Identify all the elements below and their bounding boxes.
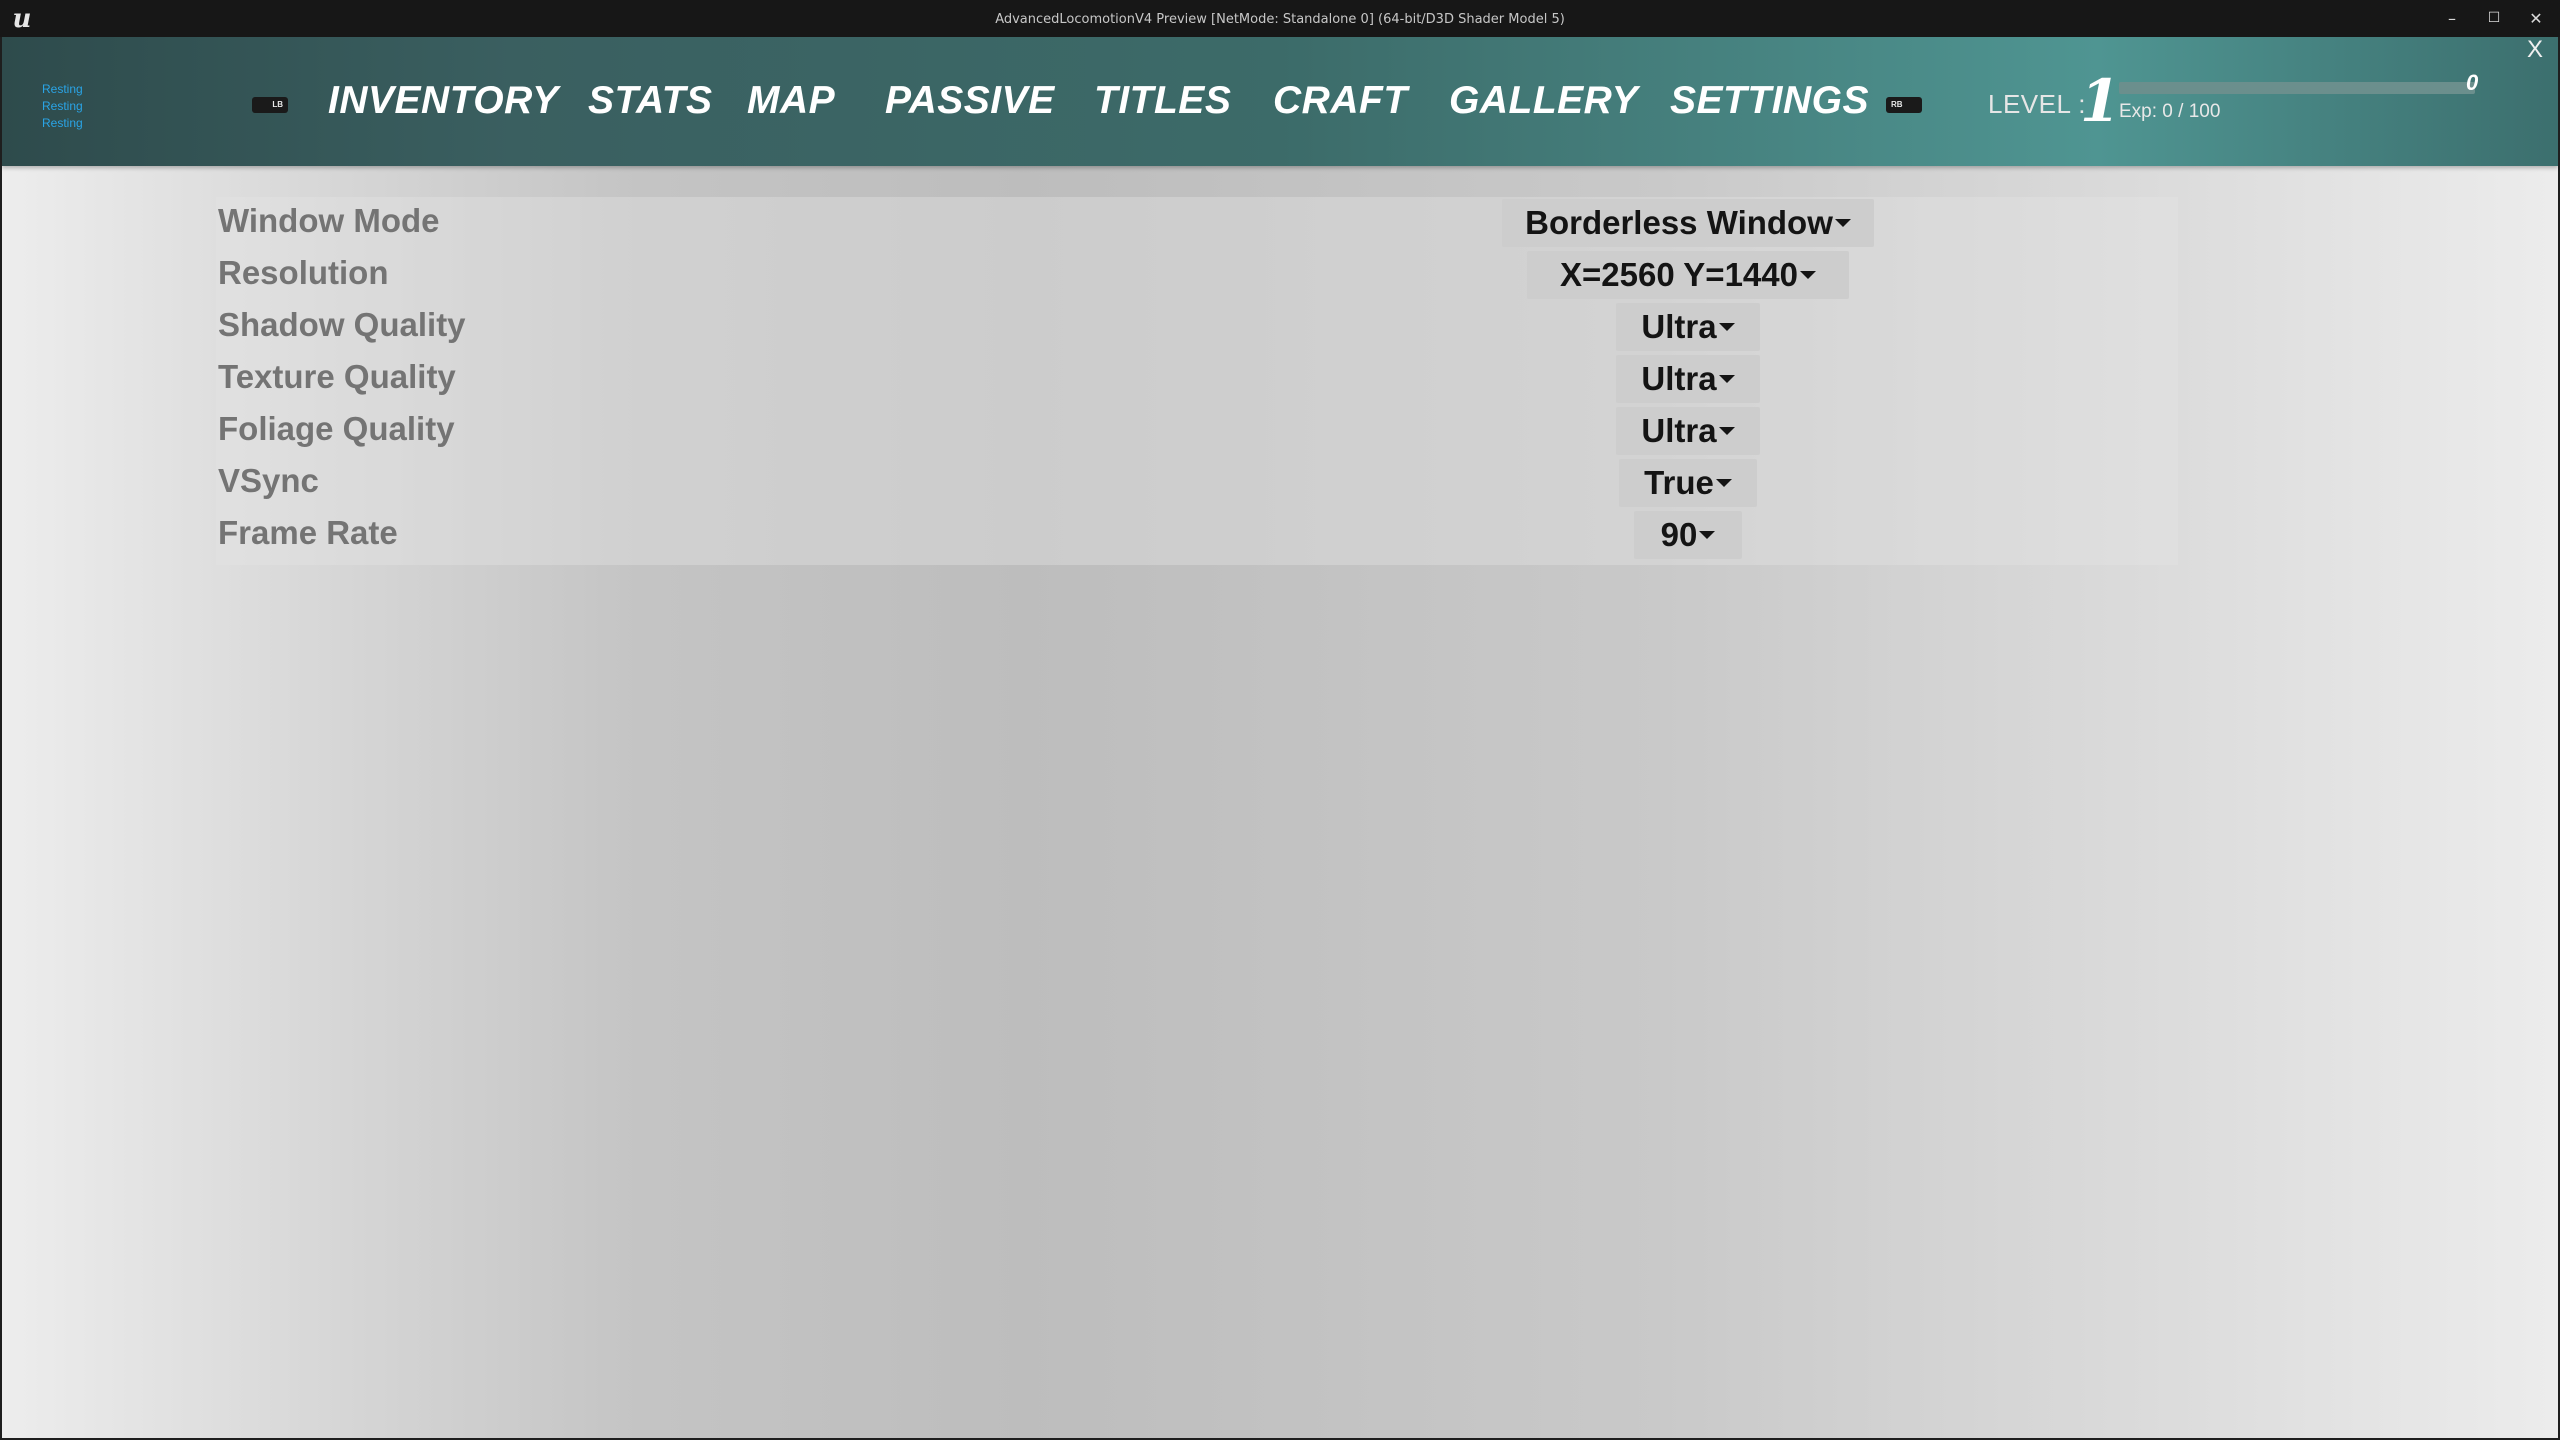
game-viewport: Resting Resting Resting LB INVENTORY STA… — [2, 37, 2558, 1438]
tab-stats[interactable]: STATS — [588, 73, 713, 129]
setting-label: Resolution — [218, 254, 389, 291]
chevron-down-icon — [1799, 271, 1816, 280]
chevron-down-icon — [1834, 219, 1851, 228]
chevron-down-icon — [1718, 375, 1735, 384]
dropdown-value: Ultra — [1641, 360, 1717, 397]
tab-inventory[interactable]: INVENTORY — [328, 73, 559, 129]
window-title: AdvancedLocomotionV4 Preview [NetMode: S… — [995, 12, 1565, 27]
debug-line: Resting — [42, 82, 83, 96]
setting-label: Frame Rate — [218, 514, 398, 551]
lb-bumper-icon[interactable]: LB — [252, 97, 288, 113]
tab-titles[interactable]: TITLES — [1094, 73, 1231, 129]
dropdown-value: Borderless Window — [1525, 204, 1833, 241]
maximize-button[interactable]: ☐ — [2473, 0, 2515, 37]
dropdown-value: Ultra — [1641, 412, 1717, 449]
setting-label: Window Mode — [218, 202, 440, 239]
level-label: LEVEL : — [1988, 89, 2086, 119]
level-value: 1 — [2080, 67, 2121, 135]
chevron-down-icon — [1699, 531, 1716, 540]
tab-settings[interactable]: SETTINGS — [1670, 73, 1869, 129]
texture-quality-dropdown[interactable]: Ultra — [1616, 355, 1760, 403]
chevron-down-icon — [1715, 479, 1732, 488]
chevron-down-icon — [1718, 323, 1735, 332]
tab-map[interactable]: MAP — [747, 73, 835, 129]
setting-row-vsync: VSync True — [216, 457, 2178, 509]
tab-craft[interactable]: CRAFT — [1273, 73, 1408, 129]
dropdown-value: True — [1644, 464, 1714, 501]
setting-row-resolution: Resolution X=2560 Y=1440 — [216, 249, 2178, 301]
window-titlebar: u AdvancedLocomotionV4 Preview [NetMode:… — [0, 0, 2560, 37]
setting-label: Shadow Quality — [218, 306, 466, 343]
menu-header: Resting Resting Resting LB INVENTORY STA… — [2, 37, 2558, 166]
tab-gallery[interactable]: GALLERY — [1449, 73, 1638, 129]
setting-row-shadow-quality: Shadow Quality Ultra — [216, 301, 2178, 353]
frame-rate-dropdown[interactable]: 90 — [1634, 511, 1742, 559]
resolution-dropdown[interactable]: X=2560 Y=1440 — [1527, 251, 1849, 299]
window-mode-dropdown[interactable]: Borderless Window — [1502, 199, 1874, 247]
dropdown-value: 90 — [1660, 516, 1698, 553]
exp-progress-bar — [2119, 82, 2475, 94]
setting-row-foliage-quality: Foliage Quality Ultra — [216, 405, 2178, 457]
setting-row-texture-quality: Texture Quality Ultra — [216, 353, 2178, 405]
setting-label: Foliage Quality — [218, 410, 455, 447]
chevron-down-icon — [1718, 427, 1735, 436]
settings-panel: Window Mode Borderless Window Resolution… — [216, 197, 2178, 565]
exp-value: 0 — [2466, 70, 2479, 95]
vsync-dropdown[interactable]: True — [1619, 459, 1757, 507]
minimize-button[interactable]: – — [2431, 0, 2473, 37]
exp-text: Exp: 0 / 100 — [2119, 101, 2221, 122]
debug-line: Resting — [42, 116, 83, 130]
foliage-quality-dropdown[interactable]: Ultra — [1616, 407, 1760, 455]
window-close-button[interactable]: ✕ — [2515, 0, 2557, 37]
setting-row-window-mode: Window Mode Borderless Window — [216, 197, 2178, 249]
dropdown-value: Ultra — [1641, 308, 1717, 345]
tab-passive[interactable]: PASSIVE — [885, 73, 1055, 129]
rb-bumper-icon[interactable]: RB — [1886, 97, 1922, 113]
debug-line: Resting — [42, 99, 83, 113]
debug-status-text: Resting Resting Resting — [42, 81, 122, 132]
setting-row-frame-rate: Frame Rate 90 — [216, 509, 2178, 561]
setting-label: VSync — [218, 462, 319, 499]
shadow-quality-dropdown[interactable]: Ultra — [1616, 303, 1760, 351]
setting-label: Texture Quality — [218, 358, 456, 395]
dropdown-value: X=2560 Y=1440 — [1560, 256, 1798, 293]
menu-close-button[interactable]: X — [2522, 37, 2548, 63]
